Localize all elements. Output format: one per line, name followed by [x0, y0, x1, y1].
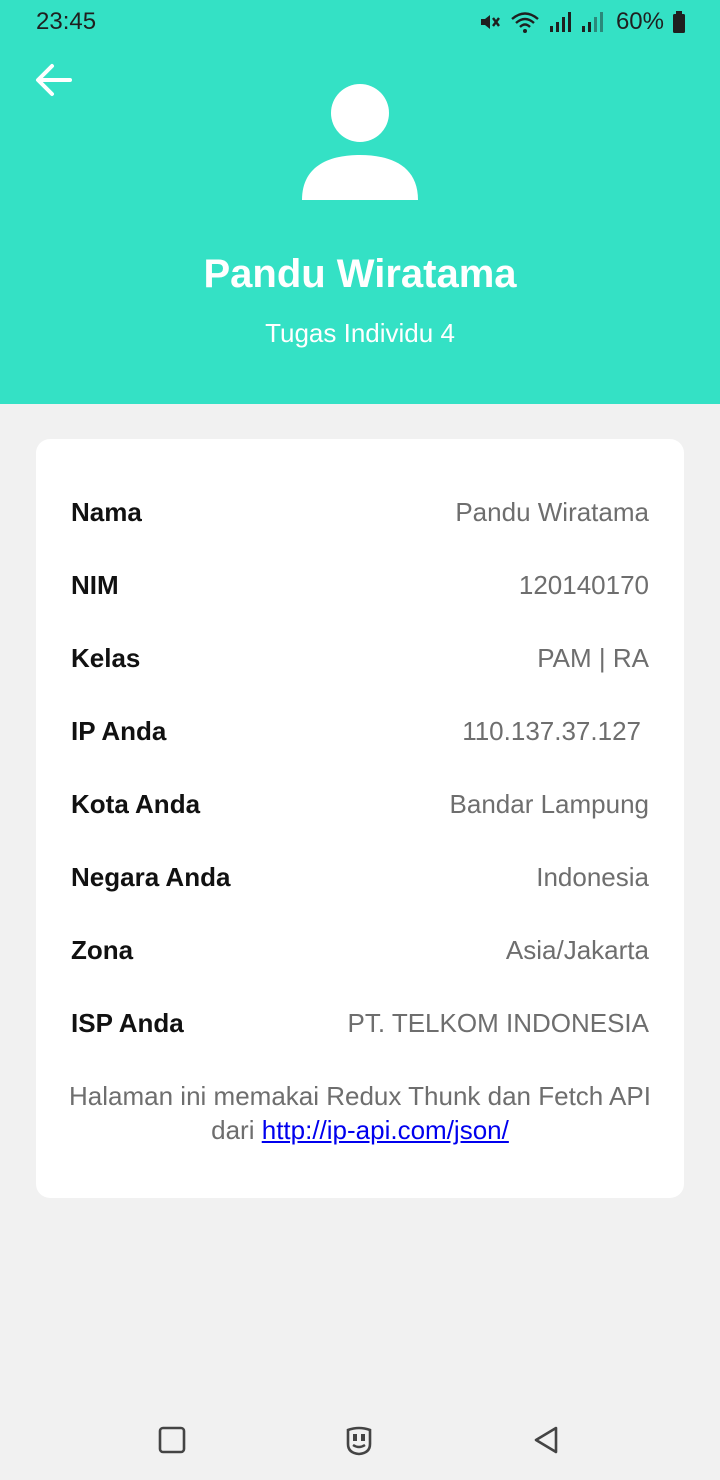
info-row-nama: Nama Pandu Wiratama [71, 492, 649, 532]
status-icons: 60% [478, 8, 686, 36]
profile-header: 23:45 60% Pandu Wiratama Tugas Individu … [0, 0, 720, 404]
profile-subtitle: Tugas Individu 4 [265, 318, 455, 348]
row-label: Negara Anda [71, 861, 231, 892]
wifi-icon [511, 12, 539, 33]
info-card: Nama Pandu Wiratama NIM 120140170 Kelas … [36, 439, 684, 1198]
info-row-zona: Zona Asia/Jakarta [71, 930, 649, 970]
row-label: Kelas [71, 642, 141, 673]
row-label: Kota Anda [71, 788, 201, 819]
row-value: Pandu Wiratama [455, 496, 649, 527]
row-label: ISP Anda [71, 1007, 184, 1038]
signal-icon [581, 12, 603, 32]
info-row-ip: IP Anda 110.137.37.127 [71, 711, 649, 751]
mute-icon [480, 15, 500, 29]
row-value: PAM | RA [537, 642, 649, 673]
home-button[interactable] [341, 1422, 377, 1458]
recent-apps-button[interactable] [154, 1422, 190, 1458]
api-link[interactable]: http://ip-api.com/json/ [262, 1115, 509, 1145]
status-bar: 23:45 60% [0, 0, 720, 44]
api-info-note: Halaman ini memakai Redux Thunk dan Fetc… [56, 1079, 664, 1147]
row-label: Zona [71, 934, 134, 965]
info-row-isp: ISP Anda PT. TELKOM INDONESIA [71, 1003, 649, 1043]
info-row-nim: NIM 120140170 [71, 565, 649, 605]
row-value: PT. TELKOM INDONESIA [347, 1007, 649, 1038]
row-value: Asia/Jakarta [505, 934, 649, 965]
profile-name: Pandu Wiratama [203, 252, 517, 296]
row-label: NIM [71, 569, 119, 600]
system-nav-bar [0, 1400, 720, 1480]
row-value: 110.137.37.127 [462, 715, 641, 746]
row-value: Indonesia [536, 861, 649, 892]
status-time: 23:45 [36, 8, 97, 35]
info-row-kota: Kota Anda Bandar Lampung [71, 784, 649, 824]
signal-icon [549, 12, 571, 32]
battery-percent: 60% [615, 8, 664, 35]
user-icon [302, 84, 418, 200]
back-triangle-icon [534, 1426, 558, 1454]
home-icon [346, 1426, 372, 1456]
row-value: Bandar Lampung [449, 788, 649, 819]
recent-apps-icon [158, 1426, 186, 1454]
arrow-left-icon [36, 64, 72, 96]
info-row-kelas: Kelas PAM | RA [71, 638, 649, 678]
back-nav-button[interactable] [528, 1422, 564, 1458]
row-label: Nama [71, 496, 142, 527]
row-value: 120140170 [518, 569, 649, 600]
info-row-negara: Negara Anda Indonesia [71, 857, 649, 897]
back-button[interactable] [30, 58, 78, 102]
row-label: IP Anda [71, 715, 167, 746]
battery-icon [673, 11, 685, 33]
